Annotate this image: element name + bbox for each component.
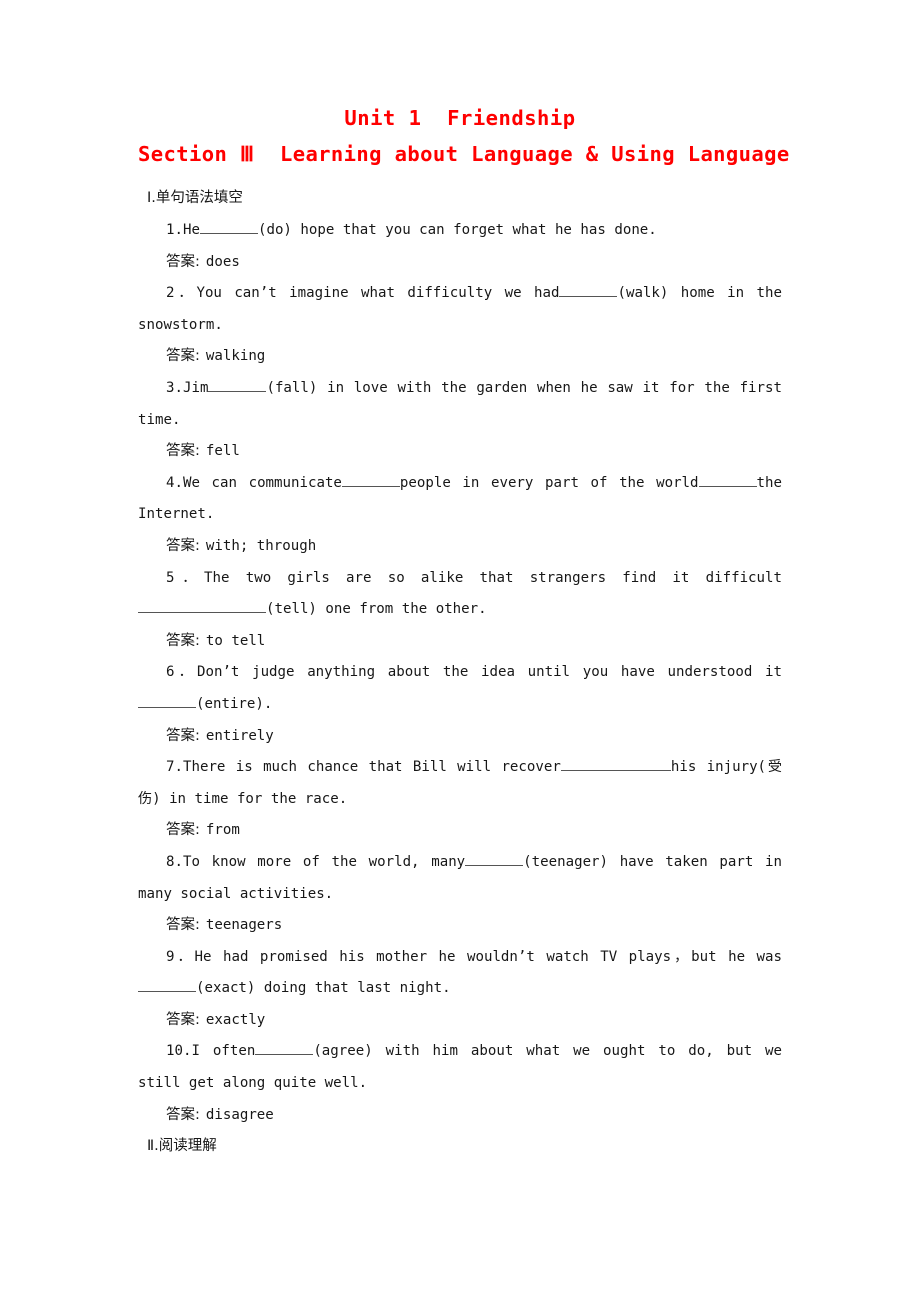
question-5: 5．The two girls are so alike that strang… [138, 563, 782, 626]
answer-5: 答案: to tell [138, 626, 782, 658]
question-text-before: You can’t imagine what difficulty we had [196, 285, 560, 302]
answer-7: 答案: from [138, 815, 782, 847]
fill-in-blank-2[interactable] [698, 472, 757, 487]
question-7: 7.There is much chance that Bill will re… [138, 752, 782, 815]
page-title-unit: Unit 1 Friendship [344, 106, 576, 130]
question-text-after: (tell) one from the other. [266, 601, 487, 618]
fill-in-blank[interactable] [138, 978, 196, 993]
question-text-before: Jim [182, 380, 209, 396]
question-text-mid: people in every part of the world [399, 474, 699, 491]
answer-label: 答案: [166, 917, 200, 934]
section-heading-part2: Ⅱ.阅读理解 [147, 1138, 217, 1155]
question-6: 6．Don’t judge anything about the idea un… [138, 657, 782, 720]
fill-in-blank[interactable] [560, 757, 671, 772]
answer-label: 答案: [166, 253, 200, 270]
question-number: 1. [166, 222, 183, 239]
answer-label: 答案: [166, 1106, 200, 1123]
answer-value: fell [205, 443, 240, 460]
answer-label: 答案: [166, 348, 200, 365]
fill-in-blank[interactable] [255, 1041, 314, 1056]
answer-6: 答案: entirely [138, 721, 782, 753]
question-text-before: The two girls are so alike that stranger… [204, 569, 782, 586]
answer-label: 答案: [166, 822, 200, 839]
question-text-before: Don’t judge anything about the idea unti… [196, 664, 782, 681]
answer-1: 答案: does [138, 247, 782, 279]
question-number: 4. [166, 474, 183, 491]
fill-in-blank[interactable] [138, 599, 266, 614]
fill-in-blank[interactable] [465, 852, 524, 866]
answer-label: 答案: [166, 727, 200, 744]
page-content: Unit 1 Friendship Section Ⅲ Learning abo… [138, 104, 790, 1163]
answer-value: entirely [205, 727, 274, 744]
question-number: 3. [166, 380, 183, 396]
answer-value: does [205, 253, 240, 270]
question-number: 10. [166, 1043, 192, 1060]
question-number: 9． [166, 948, 195, 965]
section-heading-part1: Ⅰ.单句语法填空 [147, 190, 243, 207]
question-number: 5． [166, 569, 205, 586]
question-text-before: To know more of the world, many [182, 853, 466, 870]
answer-value: walking [205, 348, 266, 365]
question-text-before: There is much chance that Bill will reco… [182, 759, 561, 776]
answer-10: 答案: disagree [138, 1100, 782, 1132]
question-3: 3.Jim (fall) in love with the garden when… [138, 373, 782, 436]
answer-2: 答案: walking [138, 341, 782, 373]
question-text-before: I often [191, 1043, 256, 1060]
fill-in-blank[interactable] [208, 378, 267, 392]
answer-value: with; through [205, 537, 317, 554]
question-number: 7. [166, 759, 183, 776]
question-number: 6． [166, 664, 197, 681]
question-2: 2．You can’t imagine what difficulty we h… [138, 278, 782, 341]
answer-label: 答案: [166, 443, 200, 460]
answer-label: 答案: [166, 1011, 200, 1028]
question-8: 8.To know more of the world, many (teenag… [138, 847, 782, 910]
question-1: 1.He (do) hope that you can forget what h… [138, 215, 782, 247]
fill-in-blank[interactable] [341, 472, 400, 487]
question-text-after: (do) hope that you can forget what he ha… [257, 222, 657, 239]
page-title-section: Section Ⅲ Learning about Language & Usin… [138, 141, 790, 166]
answer-value: from [205, 822, 240, 839]
question-text-after: (exact) doing that last night. [196, 980, 451, 997]
question-number: 2． [166, 285, 197, 302]
answer-4: 答案: with; through [138, 531, 782, 563]
fill-in-blank[interactable] [559, 283, 618, 298]
answer-value: to tell [205, 632, 266, 649]
question-4: 4.We can communicate people in every part… [138, 468, 782, 531]
question-number: 8. [166, 853, 183, 870]
answer-value: teenagers [205, 917, 283, 934]
answer-value: exactly [205, 1011, 266, 1028]
question-text-before: He [182, 222, 200, 239]
answer-8: 答案: teenagers [138, 910, 782, 942]
question-text-before: We can communicate [182, 474, 342, 491]
answer-label: 答案: [166, 632, 200, 649]
answer-3: 答案: fell [138, 436, 782, 468]
worksheet-page: Unit 1 Friendship Section Ⅲ Learning abo… [0, 0, 920, 1302]
answer-9: 答案: exactly [138, 1005, 782, 1037]
answer-label: 答案: [166, 537, 200, 554]
question-text-after: (entire). [196, 695, 273, 712]
fill-in-blank[interactable] [138, 694, 196, 708]
question-text-before: He had promised his mother he wouldn’t w… [194, 948, 782, 965]
question-9: 9．He had promised his mother he wouldn’t… [138, 942, 782, 1005]
question-10: 10.I often (agree) with him about what we… [138, 1036, 782, 1099]
fill-in-blank[interactable] [199, 220, 258, 235]
answer-value: disagree [205, 1106, 274, 1123]
